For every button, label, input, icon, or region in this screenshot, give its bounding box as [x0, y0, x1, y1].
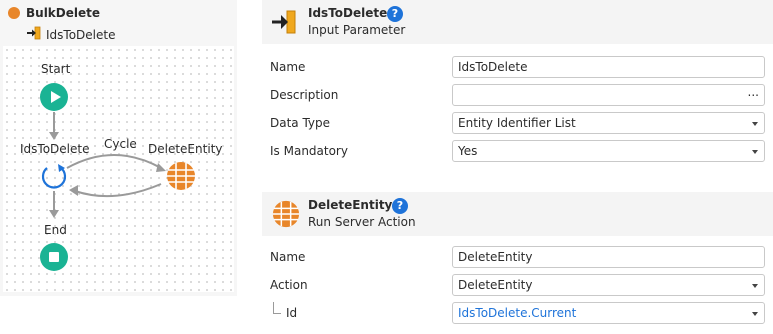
flow-canvas[interactable]: Start IdsToDelete Cycle DeleteEntity End: [3, 46, 234, 292]
end-node[interactable]: [40, 243, 68, 271]
chevron-down-icon: [752, 122, 758, 126]
property-label: Description: [270, 88, 339, 102]
property-row-action: Action DeleteEntity: [262, 272, 773, 300]
loop-cycle-icon: [41, 164, 67, 189]
stop-icon: [49, 252, 59, 262]
help-icon[interactable]: ?: [387, 6, 403, 22]
flow-panel: BulkDelete IdsToDelete Start IdsToDelete…: [0, 0, 237, 296]
loop-label: IdsToDelete: [20, 142, 90, 156]
start-node[interactable]: [40, 83, 68, 111]
action-value: DeleteEntity: [458, 278, 533, 292]
input-parameter-icon: [270, 9, 298, 38]
tree-child-label: IdsToDelete: [46, 27, 116, 42]
id-argument-input[interactable]: IdsToDelete.Current: [452, 302, 765, 324]
id-value-link[interactable]: IdsToDelete: [458, 306, 527, 320]
property-label: Id: [286, 306, 298, 320]
property-label: Name: [270, 60, 306, 74]
name-input[interactable]: DeleteEntity: [452, 246, 765, 268]
name-value: DeleteEntity: [458, 250, 533, 264]
property-row-id: Id IdsToDelete.Current: [262, 300, 773, 328]
server-action-panel: DeleteEntity ? Run Server Action Name De…: [262, 192, 773, 334]
panel-subtitle: Run Server Action: [308, 215, 416, 229]
chevron-down-icon: [752, 150, 758, 154]
ellipsis-button[interactable]: ...: [748, 82, 759, 102]
property-row-name: Name IdsToDelete: [262, 54, 773, 82]
is-mandatory-select[interactable]: Yes: [452, 140, 765, 162]
panel-title: IdsToDelete: [308, 6, 388, 20]
property-label: Action: [270, 278, 308, 292]
panel-subtitle: Input Parameter: [308, 23, 406, 37]
panel-title: DeleteEntity: [308, 198, 393, 212]
flow-connectors: [49, 112, 166, 218]
property-row-data-type: Data Type Entity Identifier List: [262, 110, 773, 138]
name-value: IdsToDelete: [458, 60, 528, 74]
property-row-description: Description ...: [262, 82, 773, 110]
id-value-suffix: .Current: [527, 306, 577, 320]
tree-root-label: BulkDelete: [26, 6, 101, 20]
is-mandatory-value: Yes: [458, 144, 478, 158]
chevron-down-icon: [752, 312, 758, 316]
tree-item-bulkdelete[interactable]: BulkDelete: [8, 6, 100, 20]
delete-entity-node[interactable]: [166, 161, 196, 191]
action-select[interactable]: DeleteEntity: [452, 274, 765, 296]
help-icon[interactable]: ?: [392, 198, 408, 214]
data-type-select[interactable]: Entity Identifier List: [452, 112, 765, 134]
data-type-value: Entity Identifier List: [458, 116, 576, 130]
chevron-down-icon: [752, 284, 758, 288]
server-action-icon: [272, 200, 300, 231]
tree-branch-line: [273, 302, 281, 314]
property-label: Is Mandatory: [270, 144, 348, 158]
start-label: Start: [41, 62, 71, 76]
name-input[interactable]: IdsToDelete: [452, 56, 765, 78]
input-parameter-header: IdsToDelete ? Input Parameter: [262, 0, 773, 44]
input-parameter-icon: [26, 26, 42, 43]
tree-item-idstodelete[interactable]: IdsToDelete: [26, 26, 115, 43]
action-dot-icon: [8, 7, 20, 19]
property-row-is-mandatory: Is Mandatory Yes: [262, 138, 773, 166]
server-action-icon: [167, 162, 195, 190]
input-parameter-panel: IdsToDelete ? Input Parameter Name IdsTo…: [262, 0, 773, 170]
property-label: Data Type: [270, 116, 331, 130]
action-node-label: DeleteEntity: [148, 142, 223, 156]
cycle-label: Cycle: [104, 137, 137, 151]
description-input[interactable]: ...: [452, 84, 765, 106]
end-label: End: [44, 223, 67, 237]
server-action-header: DeleteEntity ? Run Server Action: [262, 192, 773, 236]
property-label: Name: [270, 250, 306, 264]
property-row-name: Name DeleteEntity: [262, 244, 773, 272]
play-icon: [51, 91, 61, 103]
foreach-node[interactable]: [39, 161, 69, 191]
